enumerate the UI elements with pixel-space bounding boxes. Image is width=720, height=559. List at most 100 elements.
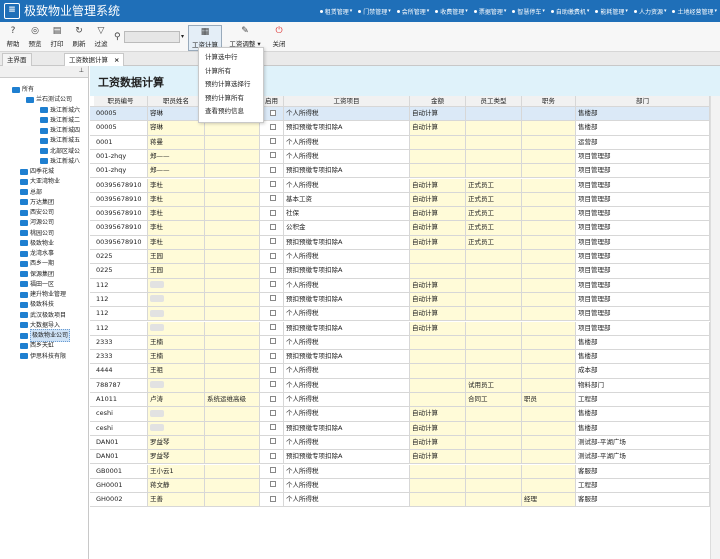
column-header[interactable]: 职员姓名 — [148, 96, 205, 106]
enabled-checkbox-cell[interactable] — [260, 121, 284, 135]
top-menu-item[interactable]: 土地经营管理 ▾ — [669, 7, 720, 16]
column-header[interactable]: 职务 — [522, 96, 576, 106]
table-row[interactable]: 112 个人所得税 自动计算 项目管理部 — [90, 278, 710, 293]
top-menu-item[interactable]: 收费管理 ▾ — [432, 7, 471, 16]
table-row[interactable]: 2333 王楠 个人所得税 售楼部 — [90, 335, 710, 351]
table-row[interactable]: GB0001 王小云1 个人所得税 客服部 — [90, 464, 710, 479]
close-tab-icon[interactable]: × — [114, 56, 119, 64]
dropdown-item[interactable]: 计算所有 — [205, 66, 231, 76]
table-row[interactable]: 001-zhqy 郑—— 个人所得税 项目管理部 — [90, 149, 710, 165]
column-header[interactable]: 职员编号 — [94, 96, 148, 106]
table-row[interactable]: DAN01 罗益琴 预扣预缴专项扣除A 自动计算 测试部-平湖广场 — [90, 450, 710, 465]
dropdown-item[interactable]: 查看预约信息 — [205, 106, 244, 116]
checkbox-icon[interactable] — [269, 195, 276, 202]
checkbox-icon[interactable] — [269, 381, 276, 388]
enabled-checkbox-cell[interactable] — [260, 321, 284, 335]
pin-icon[interactable]: ⊥ — [79, 67, 84, 74]
enabled-checkbox-cell[interactable] — [260, 292, 284, 307]
enabled-checkbox-cell[interactable] — [260, 135, 284, 149]
top-menu-item[interactable]: 会所管理 ▾ — [394, 7, 433, 16]
table-row[interactable]: 2333 王楠 预扣预缴专项扣除A 售楼部 — [90, 350, 710, 365]
preview-button[interactable]: ◎ 预览 — [24, 25, 46, 51]
checkbox-icon[interactable] — [269, 338, 276, 345]
checkbox-icon[interactable] — [269, 209, 276, 216]
checkbox-icon[interactable] — [269, 409, 276, 416]
enabled-checkbox-cell[interactable] — [260, 192, 284, 207]
table-row[interactable]: 00005 容琳 个人所得税 自动计算 售楼部 — [90, 107, 710, 122]
checkbox-icon[interactable] — [269, 352, 276, 359]
help-button[interactable]: ? 帮助 — [2, 25, 24, 51]
checkbox-icon[interactable] — [269, 281, 276, 288]
table-row[interactable]: DAN01 罗益琴 个人所得税 自动计算 测试部-平湖广场 — [90, 435, 710, 451]
checkbox-icon[interactable] — [269, 123, 276, 130]
enabled-checkbox-cell[interactable] — [260, 378, 284, 392]
table-row[interactable]: 00395678910 李杜 个人所得税 自动计算 正式员工 项目管理部 — [90, 178, 710, 193]
dropdown-item[interactable]: 预约计算选择行 — [205, 79, 251, 89]
tab-home[interactable]: 主界面 — [2, 53, 32, 66]
top-menu-item[interactable]: 门禁管理 ▾ — [355, 7, 394, 16]
table-row[interactable]: 00005 容琳 预扣预缴专项扣除A 自动计算 售楼部 — [90, 121, 710, 136]
enabled-checkbox-cell[interactable] — [260, 149, 284, 164]
top-menu-item[interactable]: 能耗管理 ▾ — [592, 7, 631, 16]
table-row[interactable]: GH0001 蒋文静 个人所得税 工程部 — [90, 478, 710, 494]
enabled-checkbox-cell[interactable] — [260, 421, 284, 435]
enabled-checkbox-cell[interactable] — [260, 364, 284, 378]
column-header[interactable]: 金额 — [410, 96, 466, 106]
checkbox-icon[interactable] — [269, 424, 276, 431]
checkbox-icon[interactable] — [269, 324, 276, 330]
checkbox-icon[interactable] — [269, 309, 276, 316]
table-row[interactable]: 788787 个人所得税 试用员工 物料部门 — [90, 378, 710, 393]
table-row[interactable]: 00395678910 李杜 基本工资 自动计算 正式员工 项目管理部 — [90, 192, 710, 208]
table-row[interactable]: 0225 王园 个人所得税 项目管理部 — [90, 250, 710, 265]
enabled-checkbox-cell[interactable] — [260, 164, 284, 178]
checkbox-icon[interactable] — [269, 238, 276, 245]
checkbox-icon[interactable] — [269, 295, 276, 302]
enabled-checkbox-cell[interactable] — [260, 264, 284, 278]
table-row[interactable]: 0225 王园 预扣预缴专项扣除A 项目管理部 — [90, 264, 710, 279]
table-row[interactable]: 001-zhqy 郑—— 预扣预缴专项扣除A 项目管理部 — [90, 164, 710, 179]
close-button[interactable]: ⏻ 关闭 — [268, 25, 290, 51]
column-header[interactable]: 员工类型 — [466, 96, 522, 106]
top-menu-item[interactable]: 智慧停车 ▾ — [509, 7, 548, 16]
table-row[interactable]: ceshi 个人所得税 自动计算 售楼部 — [90, 407, 710, 422]
checkbox-icon[interactable] — [269, 495, 276, 502]
enabled-checkbox-cell[interactable] — [260, 178, 284, 192]
checkbox-icon[interactable] — [269, 266, 276, 273]
enabled-checkbox-cell[interactable] — [260, 350, 284, 364]
checkbox-icon[interactable] — [269, 223, 276, 230]
enabled-checkbox-cell[interactable] — [260, 278, 284, 292]
dropdown-item[interactable]: 计算选中行 — [205, 52, 238, 62]
checkbox-icon[interactable] — [269, 452, 276, 459]
table-row[interactable]: GH0002 王善 个人所得税 经理 客服部 — [90, 493, 710, 508]
vertical-scrollbar[interactable] — [710, 96, 720, 559]
enabled-checkbox-cell[interactable] — [260, 464, 284, 478]
enabled-checkbox-cell[interactable] — [260, 221, 284, 235]
enabled-checkbox-cell[interactable] — [260, 407, 284, 421]
column-header[interactable]: 工资项目 — [284, 96, 410, 106]
enabled-checkbox-cell[interactable] — [260, 450, 284, 464]
enabled-checkbox-cell[interactable] — [260, 493, 284, 507]
print-button[interactable]: ▤ 打印 — [46, 25, 68, 51]
table-row[interactable]: 00395678910 李杜 预扣预缴专项扣除A 自动计算 正式员工 项目管理部 — [90, 235, 710, 250]
search-input[interactable] — [124, 31, 180, 43]
checkbox-icon[interactable] — [269, 166, 276, 173]
table-row[interactable]: 4444 王祖 个人所得税 成本部 — [90, 364, 710, 379]
table-row[interactable]: 0001 蒋曼 个人所得税 运营部 — [90, 135, 710, 150]
table-row[interactable]: 00395678910 李杜 公积金 自动计算 正式员工 项目管理部 — [90, 221, 710, 236]
table-row[interactable]: A1011 卢涛 系统运维高级 个人所得税 合同工 职员 工程部 — [90, 393, 710, 408]
checkbox-icon[interactable] — [269, 138, 276, 145]
top-menu-item[interactable]: 自助缴费机 ▾ — [548, 7, 593, 16]
checkbox-icon[interactable] — [269, 252, 276, 259]
table-row[interactable]: 112 个人所得税 自动计算 项目管理部 — [90, 307, 710, 322]
refresh-button[interactable]: ↻ 刷新 — [68, 25, 90, 51]
tab-salary-calc[interactable]: 工资数据计算 × — [64, 53, 125, 66]
checkbox-icon[interactable] — [269, 152, 276, 159]
enabled-checkbox-cell[interactable] — [260, 207, 284, 221]
dropdown-item[interactable]: 预约计算所有 — [205, 93, 244, 103]
enabled-checkbox-cell[interactable] — [260, 435, 284, 450]
filter-button[interactable]: ▽ 过滤 — [90, 25, 112, 51]
checkbox-icon[interactable] — [269, 481, 276, 488]
enabled-checkbox-cell[interactable] — [260, 235, 284, 249]
checkbox-icon[interactable] — [269, 366, 276, 373]
top-menu-item[interactable]: 人力资源 ▾ — [631, 7, 670, 16]
